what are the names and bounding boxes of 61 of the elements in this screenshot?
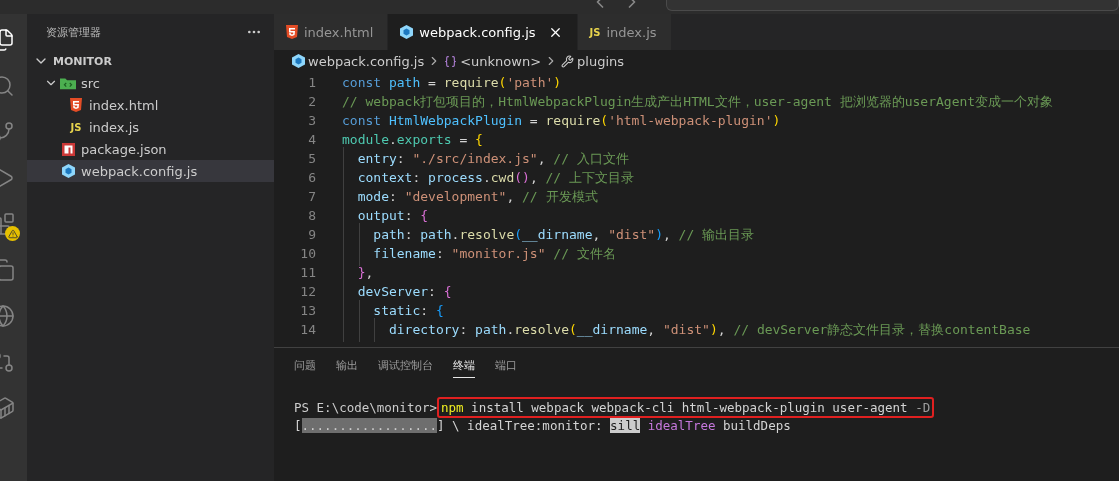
cube-file-icon xyxy=(400,25,414,39)
breadcrumb-item[interactable]: <unknown> xyxy=(460,53,542,69)
code-line: // webpack打包项目的，HtmlWebpackPlugin生成产出HTML文件，user-agent 把浏览器的userAgent变成一个对象 xyxy=(342,92,1054,111)
line-number: 7 xyxy=(307,189,316,204)
code-line: module.exports = { xyxy=(342,132,483,147)
line-number: 6 xyxy=(307,170,316,185)
variable-icon xyxy=(444,54,458,68)
line-number: 2 xyxy=(307,94,316,109)
file-tree-item[interactable]: package.json xyxy=(27,138,274,160)
panel-tab[interactable]: 调试控制台 xyxy=(378,354,433,378)
editor-tab[interactable]: index.html xyxy=(274,14,389,50)
file-tree-item[interactable]: index.html xyxy=(27,94,274,116)
terminal-prompt: PS E:\code\monitor> xyxy=(294,399,437,415)
wrench-icon xyxy=(561,54,575,68)
terminal-line: [..................] \ idealTree:monitor: sill idealTree buildDeps xyxy=(294,417,791,433)
file-name: src xyxy=(81,75,100,91)
breadcrumb-item[interactable]: plugins xyxy=(577,53,625,69)
file-name: index.html xyxy=(89,97,159,113)
cube-file-icon xyxy=(61,164,75,178)
line-number: 12 xyxy=(299,284,316,299)
html-file-icon xyxy=(70,98,82,112)
sidebar-title: 资源管理器 xyxy=(46,24,101,40)
code-line: devServer: { xyxy=(342,284,452,299)
panel-tab[interactable]: 输出 xyxy=(336,354,358,378)
code-line: static: { xyxy=(342,303,444,318)
line-number: 9 xyxy=(307,227,316,242)
js-file-icon: JS xyxy=(589,26,601,38)
code-line: filename: "monitor.js" // 文件名 xyxy=(342,244,616,263)
code-line: const HtmlWebpackPlugin = require('html-webpack-plugin') xyxy=(342,113,781,128)
panel-tab[interactable]: 问题 xyxy=(294,354,316,378)
line-number: 8 xyxy=(307,208,316,223)
code-line: const path = require('path') xyxy=(342,75,562,90)
file-tree-item[interactable]: src xyxy=(27,72,274,94)
line-number: 3 xyxy=(307,113,316,128)
file-name: index.js xyxy=(89,119,140,135)
code-line: }, xyxy=(342,265,374,280)
line-number: 10 xyxy=(299,246,316,261)
line-number: 11 xyxy=(299,265,316,280)
line-number: 1 xyxy=(307,75,316,90)
file-name: webpack.config.js xyxy=(81,163,198,179)
line-number: 13 xyxy=(299,303,316,318)
code-line: path: path.resolve(__dirname, "dist"), // 输出目录 xyxy=(342,225,755,244)
folder-icon xyxy=(60,76,76,90)
line-number: 14 xyxy=(299,322,316,337)
editor-tab[interactable]: JS index.js xyxy=(577,14,672,50)
terminal-command: npm install webpack webpack-cli html-webpack-plugin user-agent -D xyxy=(437,396,935,418)
line-number: 4 xyxy=(307,132,316,147)
file-tree-item[interactable]: webpack.config.js xyxy=(27,160,274,182)
line-number: 5 xyxy=(307,151,316,166)
js-file-icon: JS xyxy=(70,121,82,133)
file-tree-item[interactable]: JS index.js xyxy=(27,116,274,138)
breadcrumb-item[interactable]: webpack.config.js xyxy=(308,53,425,69)
editor-tab[interactable]: webpack.config.js xyxy=(388,14,578,50)
npm-file-icon xyxy=(61,142,75,156)
file-name: package.json xyxy=(81,141,167,157)
cube-file-icon xyxy=(292,54,305,68)
html-file-icon xyxy=(286,25,298,39)
code-line: directory: path.resolve(__dirname, "dist"), // devServer静态文件目录，替换contentBase xyxy=(342,320,1031,339)
panel-tab[interactable]: 端口 xyxy=(495,354,517,378)
section-header[interactable]: MONITOR xyxy=(27,50,274,72)
panel-tab[interactable]: 终端 xyxy=(453,354,475,378)
